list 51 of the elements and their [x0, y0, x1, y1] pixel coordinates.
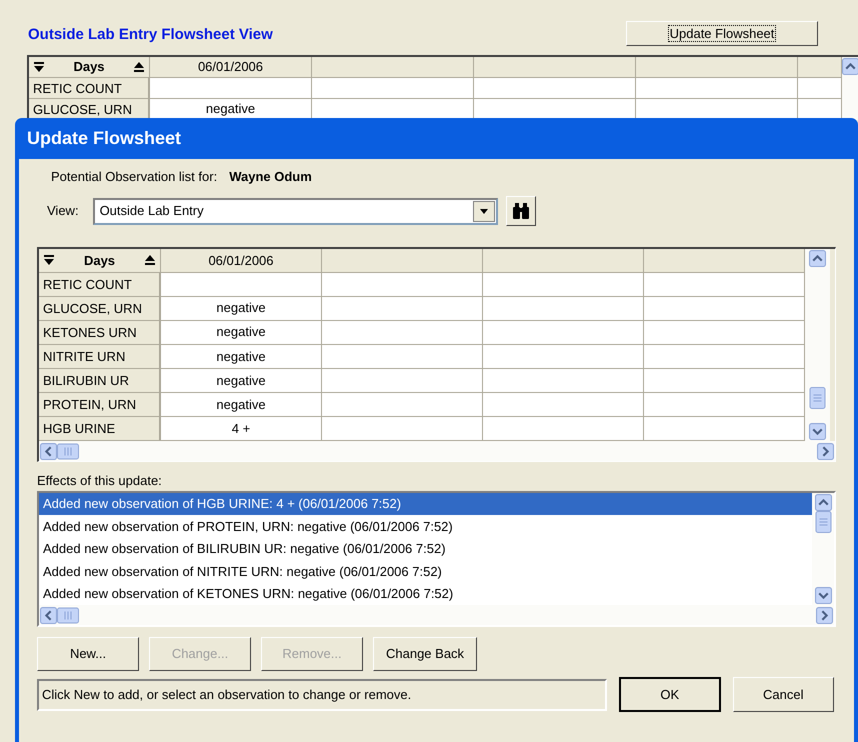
vertical-scrollbar[interactable] [812, 493, 834, 605]
table-cell: negative [161, 392, 322, 416]
table-cell: negative [161, 368, 322, 392]
effect-item[interactable]: Added new observation of KETONES URN: negative (06/01/2006 7:52) [39, 582, 812, 605]
scroll-thumb[interactable] [809, 387, 826, 409]
effects-label: Effects of this update: [37, 472, 163, 490]
table-cell: negative [150, 99, 312, 119]
horizontal-scrollbar[interactable] [39, 605, 834, 625]
table-cell: negative [161, 296, 322, 320]
sort-up-icon[interactable] [144, 254, 156, 266]
dialog-title: Update Flowsheet [27, 127, 182, 150]
action-button[interactable]: Change Back [373, 637, 478, 671]
scroll-up-icon[interactable] [809, 250, 826, 267]
page-title: Outside Lab Entry Flowsheet View [28, 24, 273, 44]
sort-down-icon[interactable] [43, 254, 55, 266]
action-button[interactable]: New... [37, 637, 139, 671]
sort-down-icon[interactable] [33, 61, 45, 73]
scroll-left-icon[interactable] [40, 442, 57, 460]
patient-label: Potential Observation list for: [51, 168, 218, 186]
scroll-right-icon[interactable] [816, 606, 833, 624]
cancel-button[interactable]: Cancel [732, 677, 834, 712]
view-label: View: [47, 202, 79, 220]
scroll-down-icon[interactable] [809, 423, 826, 440]
scroll-right-icon[interactable] [817, 442, 834, 460]
patient-name: Wayne Odum [229, 168, 312, 186]
vertical-scrollbar[interactable] [805, 249, 830, 441]
effects-list[interactable] [37, 491, 836, 627]
table-cell: negative [161, 320, 322, 344]
update-flowsheet-button[interactable]: Update Flowsheet [626, 21, 818, 46]
effect-item[interactable]: Added new observation of HGB URINE: 4 + (06/01/2006 7:52) [39, 493, 812, 516]
scroll-down-icon[interactable] [814, 587, 832, 604]
table-cell: 4 + [161, 416, 322, 440]
effect-item[interactable]: Added new observation of BILIRUBIN UR: negative (06/01/2006 7:52) [39, 538, 812, 560]
scroll-left-icon[interactable] [40, 606, 57, 624]
scroll-up-icon[interactable] [842, 58, 858, 75]
scroll-thumb[interactable] [57, 442, 79, 460]
table-cell: negative [161, 344, 322, 368]
effect-item[interactable]: Added new observation of NITRITE URN: negative (06/01/2006 7:52) [39, 560, 812, 583]
scroll-thumb[interactable] [57, 606, 79, 624]
binoculars-button[interactable] [506, 196, 536, 226]
horizontal-scrollbar[interactable] [39, 441, 835, 461]
column-header[interactable]: Days [84, 250, 116, 270]
scroll-up-icon[interactable] [814, 494, 832, 511]
binoculars-icon [512, 202, 530, 220]
effect-item[interactable]: Added new observation of PROTEIN, URN: negative (06/01/2006 7:52) [39, 515, 812, 538]
view-dropdown[interactable]: Outside Lab Entry [92, 198, 498, 224]
status-message: Click New to add, or select an observation to change or remove. [37, 678, 608, 710]
ok-button[interactable]: OK [619, 677, 721, 712]
sort-up-icon[interactable] [132, 61, 145, 73]
column-header[interactable]: Days [73, 57, 105, 77]
scroll-thumb[interactable] [814, 511, 832, 533]
